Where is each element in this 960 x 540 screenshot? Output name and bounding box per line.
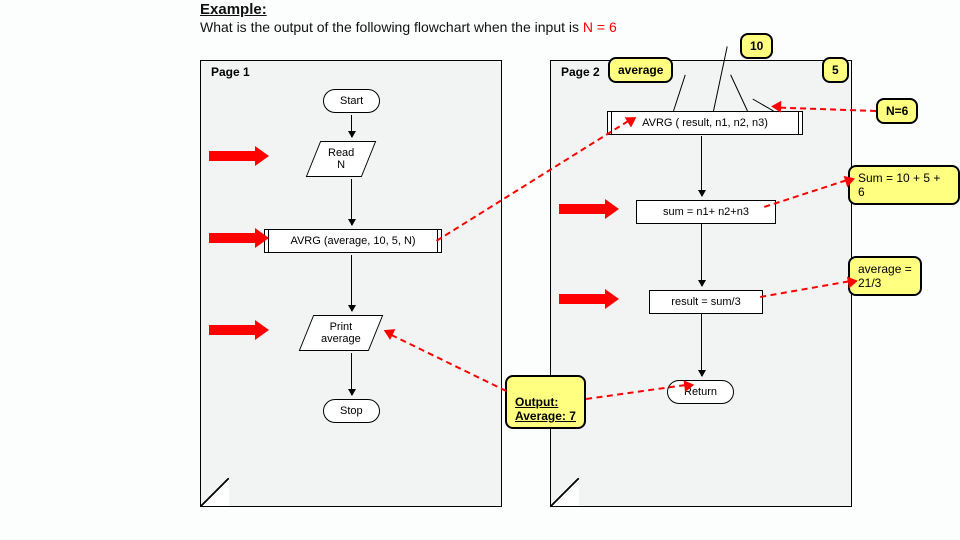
question-input-value: N = 6 [583, 19, 617, 35]
conn-start-read [351, 115, 352, 137]
callout-average-eq: average = 21/3 [848, 256, 922, 296]
callout-n6: N=6 [876, 98, 918, 124]
start-terminal: Start [323, 89, 380, 113]
conn-sum-result [701, 224, 702, 286]
result-process: result = sum/3 [649, 290, 763, 314]
param-line-result [673, 75, 686, 111]
callout-5: 5 [822, 57, 849, 83]
read-io: Read N [306, 141, 377, 177]
example-heading: Example: [200, 1, 267, 18]
callout-10: 10 [740, 33, 773, 59]
question-text: What is the output of the following flow… [200, 19, 617, 35]
page-2-label: Page 2 [561, 65, 600, 79]
stop-terminal: Stop [323, 399, 380, 423]
conn-print-stop [351, 353, 352, 395]
print-io: Print average [299, 315, 383, 351]
page-1: Page 1 Start Read N AVRG (average, 10, 5… [200, 60, 502, 507]
conn-header-sum [701, 136, 702, 196]
return-terminal: Return [667, 380, 734, 404]
param-line-n2 [730, 75, 748, 112]
callout-sum: Sum = 10 + 5 + 6 [848, 165, 960, 205]
page-1-label: Page 1 [211, 65, 250, 79]
conn-result-return [701, 314, 702, 376]
param-line-n1 [713, 46, 728, 111]
call-subroutine: AVRG (average, 10, 5, N) [264, 229, 442, 253]
question-prefix: What is the output of the following flow… [200, 19, 583, 35]
page-2: Page 2 AVRG ( result, n1, n2, n3) sum = … [550, 60, 852, 507]
conn-avrg-print [351, 255, 352, 311]
conn-read-avrg [351, 179, 352, 225]
callout-output: Output: Average: 7 [505, 375, 586, 429]
sum-process: sum = n1+ n2+n3 [636, 200, 776, 224]
callout-average: average [608, 57, 673, 83]
